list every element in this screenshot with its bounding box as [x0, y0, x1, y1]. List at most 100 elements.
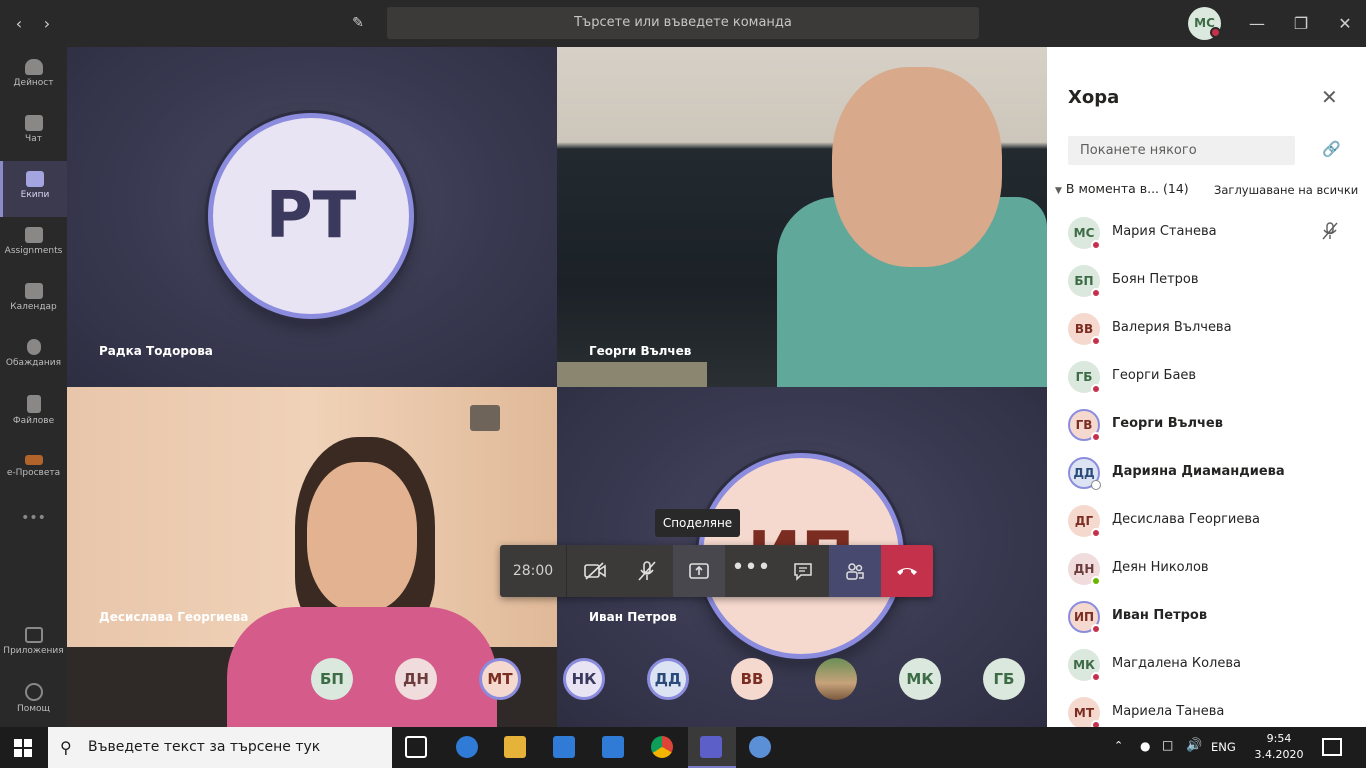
- taskbar-search-input[interactable]: Въведете текст за търсене тук: [48, 727, 392, 768]
- people-list-item[interactable]: МС Мария Станева: [1047, 209, 1366, 257]
- task-view-icon[interactable]: [405, 736, 427, 758]
- minimize-button[interactable]: —: [1244, 0, 1270, 47]
- presence-busy-icon: [1091, 720, 1101, 727]
- rail-item-label: Обаждания: [5, 358, 62, 368]
- roster-avatar[interactable]: МТ: [479, 658, 521, 700]
- in-meeting-section-toggle[interactable]: ▼ В момента в... (14): [1055, 181, 1189, 196]
- tray-chevron-up-icon[interactable]: ⌃: [1114, 739, 1123, 752]
- presence-busy-icon: [1091, 336, 1101, 346]
- people-list-item[interactable]: МК Магдалена Колева: [1047, 641, 1366, 689]
- roster-avatar[interactable]: ВВ: [731, 658, 773, 700]
- volume-icon[interactable]: 🔊: [1186, 738, 1202, 753]
- rail-item-calls[interactable]: Обаждания: [0, 329, 67, 385]
- rail-item-files[interactable]: Файлове: [0, 385, 67, 441]
- microphone-tray-icon[interactable]: ●: [1140, 739, 1150, 753]
- more-options-icon: •••: [731, 555, 771, 580]
- rail-item-assignments[interactable]: Assignments: [0, 217, 67, 273]
- video-tile[interactable]: Георги Вълчев: [557, 47, 1047, 387]
- rail-item-label: Файлове: [12, 416, 55, 426]
- rail-item-label: е-Просвета: [6, 468, 61, 478]
- participant-name: Радка Тодорова: [99, 344, 213, 358]
- rail-item-teams[interactable]: Екипи: [0, 161, 67, 217]
- presence-busy-icon: [1210, 27, 1221, 38]
- roster-avatar[interactable]: ДН: [395, 658, 437, 700]
- presence-busy-icon: [1091, 624, 1101, 634]
- roster-avatar[interactable]: БП: [311, 658, 353, 700]
- chat-button[interactable]: [777, 545, 829, 597]
- people-list-item[interactable]: ГВ Георги Вълчев: [1047, 401, 1366, 449]
- input-language[interactable]: ENG: [1211, 727, 1236, 768]
- windows-start-button[interactable]: [14, 739, 32, 757]
- roster-avatar[interactable]: ДД: [647, 658, 689, 700]
- close-panel-button[interactable]: ✕: [1321, 85, 1338, 109]
- avatar-initials: РТ: [265, 179, 357, 253]
- rail-item-calendar[interactable]: Календар: [0, 273, 67, 329]
- people-list-item[interactable]: ДН Деян Николов: [1047, 545, 1366, 593]
- edge-icon[interactable]: [456, 736, 478, 758]
- notifications-icon[interactable]: [1322, 738, 1342, 756]
- taskbar-clock[interactable]: 9:54 3.4.2020 г.: [1249, 731, 1309, 768]
- clock-date: 3.4.2020 г.: [1254, 748, 1304, 768]
- rail-item-help[interactable]: Помощ: [0, 673, 67, 729]
- invite-input[interactable]: Поканете някого: [1068, 136, 1295, 165]
- chevron-left-icon[interactable]: ‹: [8, 0, 30, 47]
- maximize-button[interactable]: ❐: [1288, 0, 1314, 47]
- presence-busy-icon: [1091, 528, 1101, 538]
- more-options-button[interactable]: •••: [725, 545, 777, 597]
- roster-initials: БП: [320, 670, 344, 688]
- mic-off-icon[interactable]: [1322, 222, 1338, 244]
- close-button[interactable]: ✕: [1332, 0, 1358, 47]
- people-list-item[interactable]: ДД Дарияна Диамандиева: [1047, 449, 1366, 497]
- camera-off-icon: [584, 562, 606, 580]
- mute-all-button[interactable]: Заглушаване на всички: [1214, 183, 1358, 197]
- person-initials: МК: [1073, 658, 1095, 672]
- presence-offline-icon: [1091, 480, 1101, 490]
- person-name: Боян Петров: [1112, 272, 1199, 287]
- people-list-item[interactable]: ГБ Георги Баев: [1047, 353, 1366, 401]
- compose-icon[interactable]: ✎: [347, 0, 369, 47]
- calendar-icon: [24, 283, 43, 299]
- participants-button[interactable]: [829, 545, 881, 597]
- apps-icon: [24, 627, 43, 643]
- rail-item-eprosveta[interactable]: е-Просвета: [0, 441, 67, 497]
- video-desk-objects: [557, 362, 707, 387]
- chevron-right-icon[interactable]: ›: [36, 0, 58, 47]
- participant-name: Иван Петров: [589, 610, 677, 624]
- chrome-icon[interactable]: [651, 736, 673, 758]
- roster-avatar-photo[interactable]: [815, 658, 857, 700]
- mail-icon[interactable]: [602, 736, 624, 758]
- command-search-input[interactable]: Търсете или въведете команда: [387, 7, 979, 39]
- roster-initials: ДН: [403, 670, 429, 688]
- network-icon[interactable]: □: [1162, 738, 1173, 752]
- paint-icon[interactable]: [749, 736, 771, 758]
- hang-up-button[interactable]: [881, 545, 933, 597]
- chat-icon: [24, 115, 43, 131]
- mic-toggle-button[interactable]: [621, 545, 673, 597]
- more-apps-button[interactable]: •••: [0, 503, 67, 533]
- people-list-item[interactable]: БП Боян Петров: [1047, 257, 1366, 305]
- roster-avatar[interactable]: НК: [563, 658, 605, 700]
- rail-item-apps[interactable]: Приложения: [0, 617, 67, 673]
- share-button[interactable]: [673, 545, 725, 597]
- people-list-item[interactable]: МТ Мариела Танева: [1047, 689, 1366, 727]
- people-list-item[interactable]: ВВ Валерия Вълчева: [1047, 305, 1366, 353]
- help-icon: [24, 683, 43, 701]
- roster-initials: ВВ: [740, 670, 764, 688]
- store-icon[interactable]: [553, 736, 575, 758]
- person-initials: ВВ: [1074, 322, 1094, 336]
- video-tile[interactable]: РТ Радка Тодорова: [67, 47, 557, 387]
- windows-logo-icon: [14, 739, 32, 757]
- person-name: Магдалена Колева: [1112, 656, 1241, 671]
- teams-taskbar-button[interactable]: [688, 727, 736, 768]
- copy-link-button[interactable]: 🔗: [1322, 140, 1341, 158]
- mic-off-icon: [638, 561, 656, 581]
- roster-avatar[interactable]: МК: [899, 658, 941, 700]
- camera-toggle-button[interactable]: [569, 545, 621, 597]
- people-list-item[interactable]: ИП Иван Петров: [1047, 593, 1366, 641]
- people-list-item[interactable]: ДГ Десислава Георгиева: [1047, 497, 1366, 545]
- roster-avatar[interactable]: ГБ: [983, 658, 1025, 700]
- rail-item-activity[interactable]: Дейност: [0, 49, 67, 105]
- title-bar: ‹ › ✎ Търсете или въведете команда МС — …: [0, 0, 1366, 47]
- rail-item-chat[interactable]: Чат: [0, 105, 67, 161]
- file-explorer-icon[interactable]: [504, 736, 526, 758]
